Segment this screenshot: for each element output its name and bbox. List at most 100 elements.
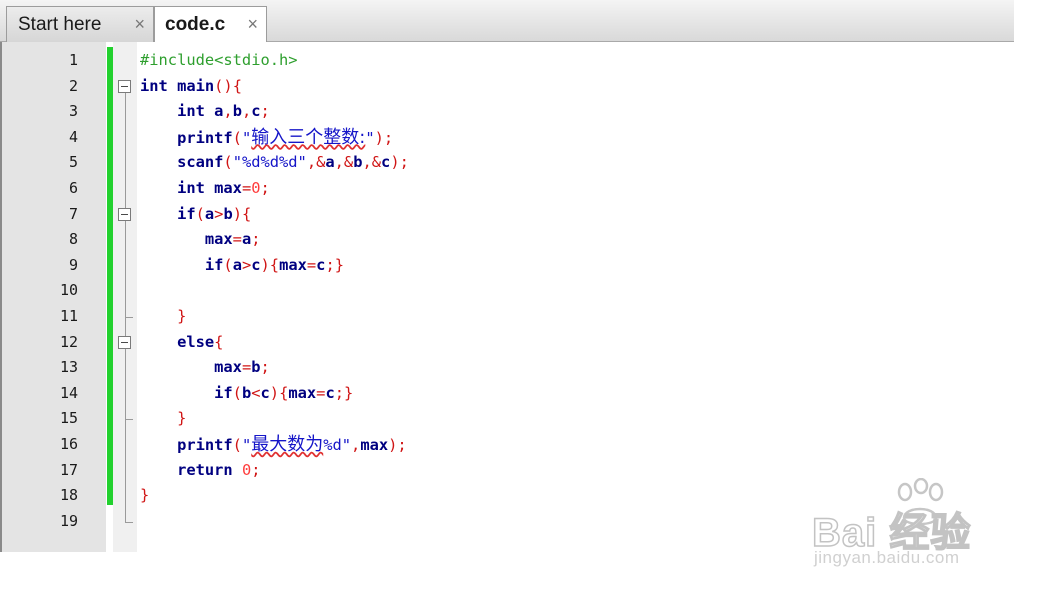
code-token: c	[381, 153, 391, 172]
code-line[interactable]: if(a>b){	[140, 202, 251, 228]
code-token: ,&	[306, 153, 326, 172]
code-token: max	[288, 383, 317, 402]
code-line[interactable]: int a,b,c;	[140, 99, 270, 125]
line-number: 3	[68, 102, 78, 121]
fold-end-marker	[125, 317, 133, 318]
code-token: int	[140, 102, 215, 121]
code-line[interactable]: }	[140, 406, 186, 432]
line-number: 11	[59, 307, 78, 325]
tab-start-here[interactable]: Start here ×	[6, 6, 154, 42]
code-token: =	[241, 358, 252, 377]
code-token: =	[232, 230, 242, 249]
code-token: if	[140, 255, 224, 274]
line-number: 13	[59, 358, 78, 377]
line-number: 15	[59, 409, 78, 428]
code-line[interactable]: printf("最大数为%d",max);	[140, 432, 407, 458]
code-token: }	[140, 486, 150, 505]
code-token: =	[306, 255, 317, 274]
code-token: );	[374, 128, 394, 147]
line-number: 7	[68, 204, 78, 223]
code-token: printf	[140, 128, 233, 147]
code-line[interactable]: #include<stdio.h>	[140, 48, 298, 74]
line-number: 4	[68, 127, 78, 146]
code-line[interactable]: return 0;	[140, 458, 261, 484]
code-token: "	[365, 128, 375, 147]
code-token: );	[390, 153, 409, 172]
fold-toggle-icon[interactable]	[118, 79, 131, 93]
line-number: 1	[68, 51, 78, 69]
code-token: (	[232, 383, 242, 402]
code-token: );	[388, 436, 407, 454]
code-token: "	[241, 128, 252, 147]
code-line[interactable]: if(b<c){max=c;}	[140, 381, 353, 407]
fold-toggle-icon[interactable]	[118, 207, 131, 221]
watermark-url: jingyan.baidu.com	[814, 548, 960, 567]
code-line[interactable]: max=a;	[140, 227, 261, 253]
code-token: ;	[251, 460, 261, 479]
code-token: (	[232, 128, 242, 147]
code-token: max	[360, 436, 389, 454]
code-token: int	[140, 179, 215, 197]
code-line[interactable]: }	[140, 483, 149, 509]
code-token: ;}	[334, 383, 354, 402]
code-token: (){	[214, 76, 242, 95]
code-token: int	[140, 76, 178, 95]
code-token: (	[232, 436, 242, 454]
fold-end-marker	[125, 419, 133, 421]
code-line[interactable]: if(a>c){max=c;}	[140, 253, 344, 279]
close-icon[interactable]: ×	[247, 15, 258, 33]
line-number: 8	[68, 230, 78, 249]
fold-toggle-icon[interactable]	[118, 335, 131, 349]
line-number: 6	[68, 179, 78, 197]
code-token: c	[251, 102, 261, 121]
code-token: {	[214, 332, 224, 351]
code-token: scanf	[140, 153, 224, 172]
line-number: 9	[68, 255, 78, 274]
code-token: ,	[223, 102, 233, 121]
code-token: #include<stdio.h>	[140, 51, 298, 69]
code-token: a	[232, 255, 242, 274]
code-line[interactable]: int max=0;	[140, 176, 270, 202]
code-token: (	[195, 204, 205, 223]
code-token: ){	[269, 383, 289, 402]
code-line[interactable]: max=b;	[140, 355, 270, 381]
code-token: <	[251, 383, 261, 402]
code-editor[interactable]: 1 #include<stdio.h> 2 int main(){3 int a,b,…	[0, 42, 1014, 552]
code-token: ;	[260, 179, 270, 197]
fold-end-marker	[125, 521, 133, 523]
code-token: a	[204, 204, 215, 223]
line-number: 5	[68, 153, 78, 172]
line-number: 19	[59, 511, 78, 530]
code-token: "	[241, 436, 252, 454]
code-token: max	[140, 358, 242, 377]
fold-guide-line	[125, 92, 126, 522]
code-token: ;	[260, 358, 270, 377]
code-line[interactable]: int main(){	[140, 74, 242, 100]
code-token: a	[241, 230, 252, 249]
code-token: (	[223, 153, 233, 172]
tab-label: code.c	[165, 14, 226, 35]
code-line[interactable]: printf("输入三个整数:");	[140, 125, 393, 151]
code-token: 最大数为	[251, 434, 324, 455]
line-number: 12	[59, 332, 78, 351]
tab-bar: Start here × code.c ×	[0, 0, 1014, 43]
tab-code-c[interactable]: code.c ×	[154, 6, 267, 43]
code-token: return	[140, 460, 242, 479]
code-token: main	[177, 76, 215, 95]
code-token: =	[241, 179, 252, 197]
close-icon[interactable]: ×	[134, 15, 145, 33]
code-token: }	[140, 307, 187, 325]
code-token: ;	[251, 230, 261, 249]
code-line[interactable]: else{	[140, 330, 223, 356]
ide-window: Start here × code.c × 1 #include<stdio.h>…	[0, 0, 1061, 594]
code-token: b	[232, 102, 242, 121]
code-line[interactable]: }	[140, 304, 186, 330]
code-line[interactable]: scanf("%d%d%d",&a,&b,&c);	[140, 150, 409, 176]
code-token: ){	[232, 204, 252, 223]
code-token: ,	[351, 436, 361, 454]
code-token: ,	[241, 102, 252, 121]
code-token: printf	[140, 436, 233, 454]
code-token: c	[251, 255, 261, 274]
code-token: >	[241, 255, 252, 274]
code-token: ){	[260, 255, 280, 274]
